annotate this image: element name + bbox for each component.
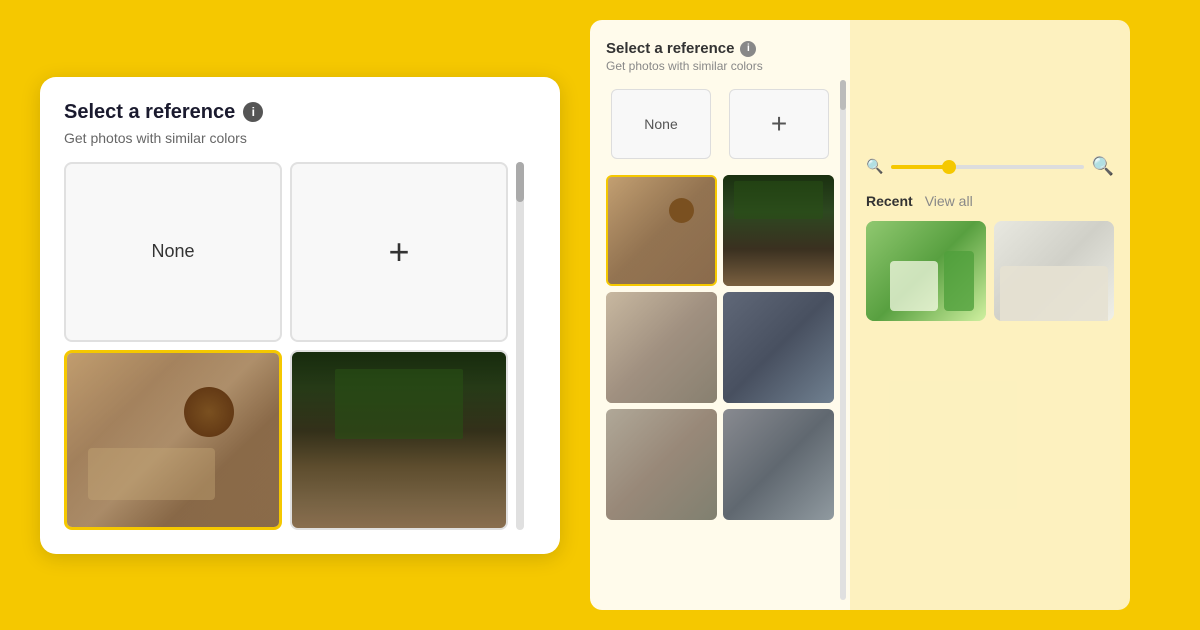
side-overlay-panel: 🔍 🔍 Recent View all: [850, 20, 1130, 610]
info-icon[interactable]: i: [243, 102, 263, 122]
right-panel-title: Select a reference i: [606, 40, 834, 57]
add-reference-card[interactable]: +: [290, 162, 508, 342]
right-title-text: Select a reference: [606, 40, 734, 57]
left-scrollbar[interactable]: [516, 162, 524, 530]
right-thumb-2[interactable]: [723, 175, 834, 286]
right-image-grid: [590, 167, 850, 528]
right-main-panel: Select a reference i Get photos with sim…: [590, 20, 850, 610]
recent-grid: [866, 221, 1114, 321]
right-thumb-1[interactable]: [606, 175, 717, 286]
right-thumb-6[interactable]: [723, 409, 834, 520]
right-add-card[interactable]: +: [729, 89, 829, 159]
left-panel-title: Select a reference i: [64, 101, 536, 124]
left-title-text: Select a reference: [64, 101, 235, 124]
right-none-card[interactable]: None: [611, 89, 711, 159]
recent-tab[interactable]: Recent: [866, 193, 913, 209]
left-scrollbar-thumb: [516, 162, 524, 202]
right-thumb-4[interactable]: [723, 292, 834, 403]
right-subtitle: Get photos with similar colors: [606, 59, 834, 73]
recent-thumb-1[interactable]: [866, 221, 986, 321]
zoom-out-icon[interactable]: 🔍: [866, 158, 883, 175]
right-none-plus-row: None +: [590, 81, 850, 167]
zoom-slider[interactable]: [891, 165, 1083, 169]
add-icon: +: [388, 231, 409, 273]
right-thumb-3[interactable]: [606, 292, 717, 403]
room1-card[interactable]: [64, 350, 282, 530]
right-info-icon[interactable]: i: [740, 41, 756, 57]
zoom-in-icon[interactable]: 🔍: [1092, 156, 1114, 177]
recent-header: Recent View all: [866, 193, 1114, 209]
zoom-row: 🔍 🔍: [866, 36, 1114, 177]
right-header: Select a reference i Get photos with sim…: [590, 40, 850, 81]
zoom-thumb: [942, 160, 956, 174]
room2-card[interactable]: [290, 350, 508, 530]
right-panel: Select a reference i Get photos with sim…: [590, 20, 1190, 610]
left-subtitle: Get photos with similar colors: [64, 130, 536, 146]
right-scrollbar[interactable]: [840, 80, 846, 600]
left-panel: Select a reference i Get photos with sim…: [40, 77, 560, 554]
left-grid: None +: [64, 162, 508, 530]
none-card[interactable]: None: [64, 162, 282, 342]
viewall-tab[interactable]: View all: [925, 193, 973, 209]
zoom-fill: [891, 165, 949, 169]
right-thumb-5[interactable]: [606, 409, 717, 520]
left-grid-container: None +: [64, 162, 536, 530]
recent-thumb-2[interactable]: [994, 221, 1114, 321]
right-add-icon: +: [771, 108, 787, 140]
right-none-label: None: [644, 116, 677, 132]
none-label: None: [151, 241, 194, 262]
right-scrollbar-thumb: [840, 80, 846, 110]
